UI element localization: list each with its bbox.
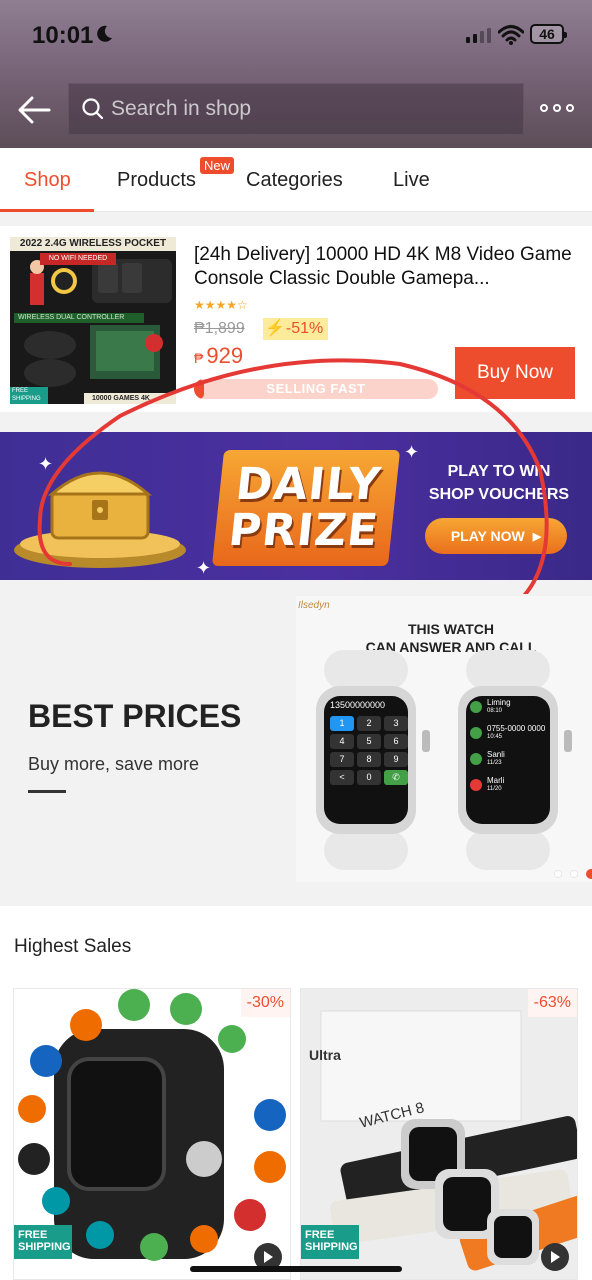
featured-product-card[interactable]: 2022 2.4G WIRELESS POCKET NO WIFI NEEDED… <box>0 226 592 412</box>
daily-prize-banner[interactable]: ✦ ✦ ✦ DAILY PRIZE PLAY TO WIN SHOP VOUCH… <box>0 432 592 580</box>
home-indicator <box>190 1266 402 1272</box>
rating-stars: ★★★★☆ <box>194 298 248 312</box>
free-shipping-badge: FREE SHIPPING <box>301 1225 359 1259</box>
contact-name: Marli <box>487 776 505 785</box>
contact-name: Liming <box>487 698 511 707</box>
promo-title: BEST PRICES <box>28 698 242 734</box>
highest-sales-section: Highest Sales -30% FREE SHIPPING WATCH 8… <box>0 906 592 1280</box>
carousel-dot[interactable] <box>554 870 562 878</box>
daily-prize-title: DAILY PRIZE <box>211 450 401 566</box>
tab-products[interactable]: Products <box>117 148 196 212</box>
back-button[interactable] <box>14 90 54 130</box>
search-bar[interactable] <box>68 83 524 135</box>
contact-row: Marli 11/20 <box>470 776 550 794</box>
keypad-key: 2 <box>357 716 381 731</box>
product-title[interactable]: [24h Delivery] 10000 HD 4K M8 Video Game… <box>194 243 574 291</box>
promo-subtitle: Buy more, save more <box>28 754 200 774</box>
tab-live[interactable]: Live <box>393 148 430 212</box>
promo-carousel[interactable]: BEST PRICES Buy more, save more Ilsedyn … <box>0 594 592 890</box>
product-image[interactable]: 2022 2.4G WIRELESS POCKET NO WIFI NEEDED… <box>10 237 176 404</box>
tab-categories[interactable]: Categories <box>246 148 343 212</box>
shop-tabs: Shop Products Categories Live <box>0 148 592 212</box>
keypad-key: 9 <box>384 752 408 767</box>
contact-time: 11/20 <box>487 786 502 792</box>
keypad-key: < <box>330 770 354 785</box>
box-label-ultra: Ultra <box>309 1047 341 1063</box>
keypad-key: 5 <box>357 734 381 749</box>
discount-badge: -63% <box>527 989 577 1017</box>
original-price: ₱1,899 <box>194 320 245 337</box>
prize-subtitle: PLAY TO WIN SHOP VOUCHERS <box>428 463 570 503</box>
phone-icon <box>470 779 482 791</box>
shop-header: 10:01 46 <box>0 0 592 148</box>
buy-now-button[interactable]: Buy Now <box>455 347 575 399</box>
discount-badge: ⚡ -51% <box>263 318 329 340</box>
keypad-key: 4 <box>330 734 354 749</box>
battery-indicator: 46 <box>530 24 567 44</box>
wifi-icon <box>498 25 524 45</box>
keypad-key: 3 <box>384 716 408 731</box>
active-tab-indicator <box>0 209 94 212</box>
video-play-icon[interactable] <box>541 1243 569 1271</box>
new-badge: New <box>200 157 235 174</box>
search-icon <box>82 98 104 120</box>
back-arrow-icon <box>18 96 51 124</box>
moon-icon <box>97 25 112 42</box>
contact-row: Liming 08:10 <box>470 698 550 716</box>
promo-divider <box>28 790 66 793</box>
product-card[interactable]: WATCH 8 Ultra -63% FREE SHIPPING <box>300 988 578 1280</box>
phone-icon <box>470 701 482 713</box>
sale-price: ₱ 929 <box>194 343 244 368</box>
keypad-key: 0 <box>357 770 381 785</box>
contact-name: Sanli <box>487 750 505 759</box>
sparkle-icon: ✦ <box>196 558 212 578</box>
keypad-key: 6 <box>384 734 408 749</box>
shop-page: 10:01 46 Search in shop Shop Products Ca… <box>0 0 592 1280</box>
promo-watch-image: Ilsedyn THIS WATCH CAN ANSWER AND CALL 1… <box>296 596 592 882</box>
contact-name: 0755-0000 0000 <box>487 724 546 733</box>
keypad-key: 1 <box>330 716 354 731</box>
search-input[interactable] <box>111 97 491 121</box>
play-now-button[interactable]: PLAY NOW ▶ <box>425 518 567 554</box>
watch-contacts: Liming 08:10 0755-0000 0000 10:45 Sanli 11/23… <box>470 698 550 802</box>
keypad-key: 8 <box>357 752 381 767</box>
signal-icon <box>466 28 491 43</box>
status-time: 10:01 <box>32 22 94 49</box>
keypad-key: 7 <box>330 752 354 767</box>
selling-fast-bar: SELLING FAST <box>194 379 438 399</box>
free-shipping-badge: FREE SHIPPING <box>14 1225 72 1259</box>
contact-row: 0755-0000 0000 10:45 <box>470 724 550 742</box>
carousel-dots <box>554 869 592 879</box>
phone-icon <box>470 753 482 765</box>
contact-time: 10:45 <box>487 734 503 740</box>
brand-logo: Ilsedyn <box>298 600 330 611</box>
tab-shop[interactable]: Shop <box>24 148 71 212</box>
lightning-icon: ⚡ <box>265 320 285 337</box>
play-arrow-icon: ▶ <box>532 530 542 543</box>
carousel-dot-active[interactable] <box>586 869 592 879</box>
phone-icon <box>470 727 482 739</box>
product-card[interactable]: -30% FREE SHIPPING <box>13 988 291 1280</box>
carousel-dot[interactable] <box>570 870 578 878</box>
treasure-chest-icon <box>14 471 186 568</box>
discount-badge: -30% <box>240 989 290 1017</box>
contact-row: Sanli 11/23 <box>470 750 550 768</box>
dial-number: 13500000000 <box>330 700 386 710</box>
keypad-key: ✆ <box>384 770 408 785</box>
contact-time: 11/23 <box>487 760 502 766</box>
highest-sales-title: Highest Sales <box>14 936 132 957</box>
contact-time: 08:10 <box>487 708 503 714</box>
watch-keypad: 1 2 3 4 5 6 7 8 9 <0 ✆ <box>330 716 408 785</box>
more-options-button[interactable] <box>540 96 574 120</box>
